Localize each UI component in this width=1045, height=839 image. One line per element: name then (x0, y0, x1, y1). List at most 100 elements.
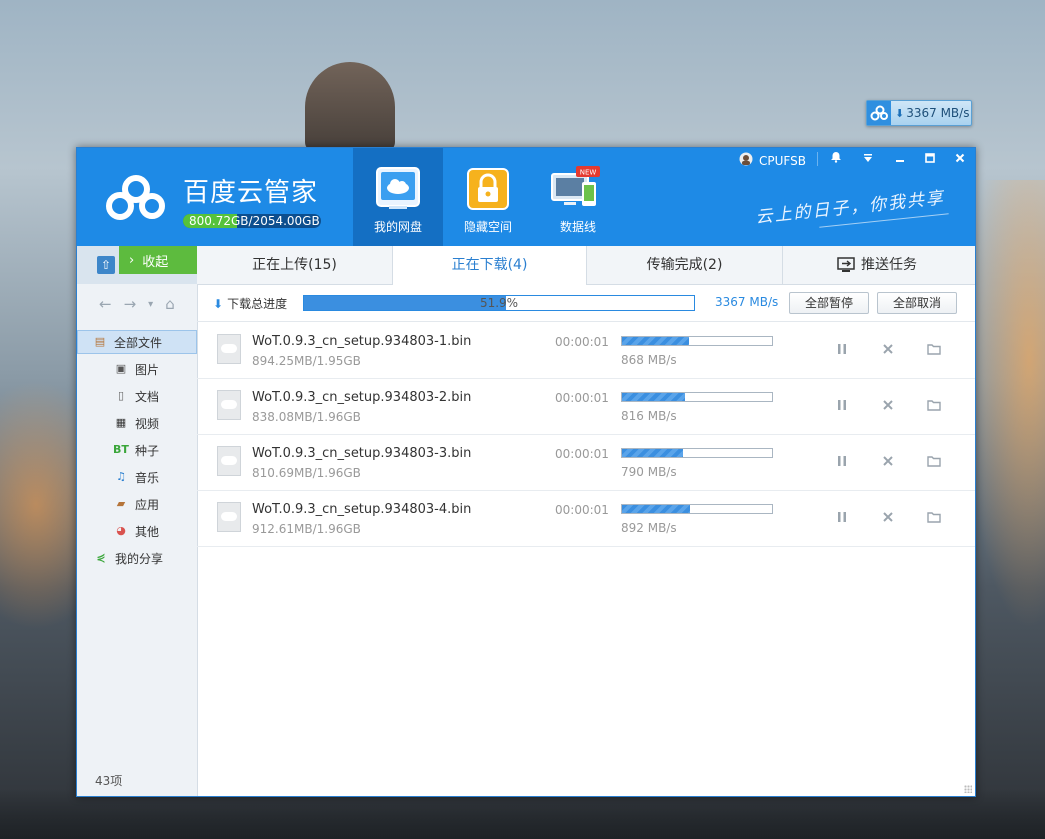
pause-icon[interactable] (833, 341, 851, 359)
home-icon[interactable]: ⌂ (165, 295, 175, 313)
file-progress-bar (621, 504, 773, 514)
forward-arrow-icon[interactable]: → (124, 295, 137, 313)
sidebar-item-label: 文档 (135, 389, 160, 404)
tab-uploading[interactable]: 正在上传(15) (197, 246, 393, 284)
download-row[interactable]: WoT.0.9.3_cn_setup.934803-4.bin 912.61MB/… (197, 490, 975, 547)
time-remaining: 00:00:01 (555, 391, 609, 405)
overall-progress-label: 下载总进度 (227, 297, 288, 311)
all-files-icon: ▤ (94, 335, 106, 348)
cancel-icon[interactable] (879, 453, 897, 471)
file-progress-bar (621, 448, 773, 458)
sidebar-item-torrents[interactable]: BT 种子 (77, 438, 197, 462)
nav-my-drive-label: 我的网盘 (373, 220, 422, 234)
window-controls-divider (817, 152, 818, 166)
maximize-icon[interactable] (917, 148, 943, 170)
history-dropdown-icon[interactable]: ▾ (148, 299, 153, 310)
download-speed: 790 MB/s (621, 465, 677, 479)
file-name: WoT.0.9.3_cn_setup.934803-3.bin (252, 446, 472, 461)
file-progress-fill (622, 337, 689, 345)
other-icon: ◕ (116, 524, 126, 537)
sidebar-item-documents[interactable]: ▯ 文档 (77, 384, 197, 408)
sidebar-item-label: 图片 (135, 362, 160, 377)
new-badge: NEW (580, 169, 597, 177)
sidebar-item-all-files[interactable]: ▤ 全部文件 (77, 330, 197, 354)
bell-icon[interactable] (823, 148, 849, 170)
cancel-icon[interactable] (879, 397, 897, 415)
file-name: WoT.0.9.3_cn_setup.934803-2.bin (252, 390, 472, 405)
floating-speed-widget[interactable]: ⬇ 3367 MB/s (866, 100, 972, 126)
sidebar-item-label: 音乐 (135, 470, 160, 485)
sidebar-item-apps[interactable]: ▰ 应用 (77, 492, 197, 516)
cancel-all-button[interactable]: 全部取消 (877, 292, 957, 314)
overall-progress-row: ⬇ 下载总进度 51.9% 3367 MB/s 全部暂停 全部取消 (197, 285, 975, 322)
app-name: 百度云管家 (183, 178, 319, 208)
open-folder-icon[interactable] (925, 509, 943, 527)
nav-hidden-space[interactable]: 隐藏空间 (443, 148, 533, 246)
file-name: WoT.0.9.3_cn_setup.934803-1.bin (252, 334, 472, 349)
close-icon[interactable] (947, 148, 973, 170)
document-icon: ▯ (117, 389, 125, 402)
pause-icon[interactable] (833, 397, 851, 415)
transfer-tabs: 正在上传(15) 正在下载(4) 传输完成(2) 推送任务 (197, 246, 975, 285)
cloud-drive-icon (375, 166, 421, 212)
sidebar-top: ⇧ › 收起 (77, 246, 197, 284)
time-remaining: 00:00:01 (555, 335, 609, 349)
pause-icon[interactable] (833, 509, 851, 527)
download-row[interactable]: WoT.0.9.3_cn_setup.934803-1.bin 894.25MB/… (197, 322, 975, 379)
collapse-label: 收起 (142, 254, 169, 270)
nav-my-drive[interactable]: 我的网盘 (353, 148, 443, 246)
download-speed: 816 MB/s (621, 409, 677, 423)
item-count: 43项 (95, 774, 123, 788)
sidebar-item-label: 应用 (135, 497, 160, 512)
sidebar-item-other[interactable]: ◕ 其他 (77, 519, 197, 543)
download-arrow-icon: ⬇ (895, 106, 905, 120)
sidebar-item-music[interactable]: ♫ 音乐 (77, 465, 197, 489)
download-speed: 892 MB/s (621, 521, 677, 535)
sidebar-item-label: 种子 (135, 443, 160, 458)
download-row[interactable]: WoT.0.9.3_cn_setup.934803-3.bin 810.69MB/… (197, 434, 975, 491)
minimize-icon[interactable] (887, 148, 913, 170)
devices-icon: NEW (551, 166, 601, 212)
sidebar-item-videos[interactable]: ▦ 视频 (77, 411, 197, 435)
nav-data-cable[interactable]: NEW 数据线 (533, 148, 623, 246)
upload-icon[interactable]: ⇧ (97, 256, 115, 274)
music-icon: ♫ (116, 470, 126, 483)
back-arrow-icon[interactable]: ← (99, 295, 112, 313)
overall-progress-percent: 51.9% (479, 296, 519, 310)
cancel-icon[interactable] (879, 509, 897, 527)
baidu-cloud-logo (867, 101, 891, 125)
file-progress-bar (621, 336, 773, 346)
cancel-icon[interactable] (879, 341, 897, 359)
download-row[interactable]: WoT.0.9.3_cn_setup.934803-2.bin 838.08MB/… (197, 378, 975, 435)
open-folder-icon[interactable] (925, 397, 943, 415)
open-folder-icon[interactable] (925, 453, 943, 471)
file-size: 894.25MB/1.95GB (252, 354, 361, 368)
pause-icon[interactable] (833, 453, 851, 471)
sidebar-nav-buttons: ← → ▾ ⌂ (77, 286, 197, 322)
sidebar-item-images[interactable]: ▣ 图片 (77, 357, 197, 381)
user-avatar-icon (739, 152, 753, 169)
slogan: 云上的日子，你我共享 (754, 188, 946, 228)
file-size: 810.69MB/1.96GB (252, 466, 361, 480)
sidebar-item-my-shares[interactable]: ⋞ 我的分享 (77, 546, 197, 570)
tab-completed[interactable]: 传输完成(2) (587, 246, 783, 284)
pause-all-button[interactable]: 全部暂停 (789, 292, 869, 314)
dropdown-icon[interactable] (855, 148, 881, 170)
time-remaining: 00:00:01 (555, 447, 609, 461)
file-icon (217, 446, 241, 476)
sidebar: ⇧ › 收起 ← → ▾ ⌂ ▤ 全部文件 ▣ 图片 ▯ 文档 ▦ 视频 BT … (77, 246, 198, 796)
file-icon (217, 390, 241, 420)
resize-grip[interactable] (964, 785, 972, 793)
collapse-button[interactable]: › 收起 (119, 246, 197, 274)
baidu-cloud-logo-icon (106, 175, 165, 220)
file-icon (217, 502, 241, 532)
file-name: WoT.0.9.3_cn_setup.934803-4.bin (252, 502, 472, 517)
user-account[interactable]: CPUFSB (739, 152, 806, 169)
open-folder-icon[interactable] (925, 341, 943, 359)
image-icon: ▣ (115, 362, 127, 375)
file-icon (217, 334, 241, 364)
share-icon: ⋞ (96, 551, 106, 564)
bt-icon: BT (113, 443, 129, 456)
push-task-button[interactable]: 推送任务 (837, 246, 917, 284)
tab-downloading[interactable]: 正在下载(4) (393, 246, 587, 285)
